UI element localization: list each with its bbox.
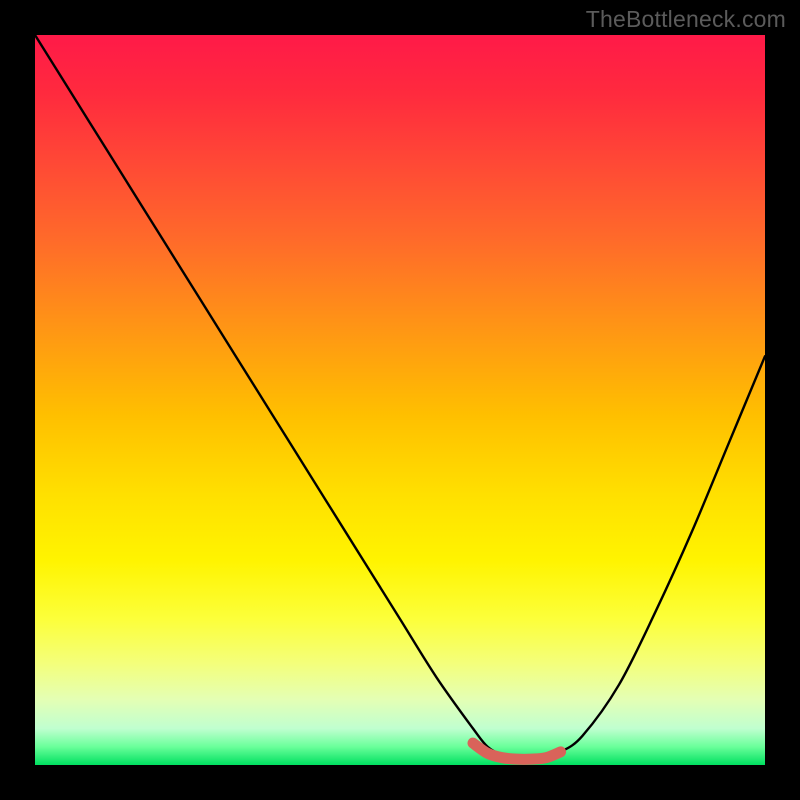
bottleneck-curve bbox=[35, 35, 765, 758]
watermark-text: TheBottleneck.com bbox=[586, 6, 786, 33]
plot-area bbox=[35, 35, 765, 765]
chart-svg bbox=[35, 35, 765, 765]
chart-container: TheBottleneck.com bbox=[0, 0, 800, 800]
